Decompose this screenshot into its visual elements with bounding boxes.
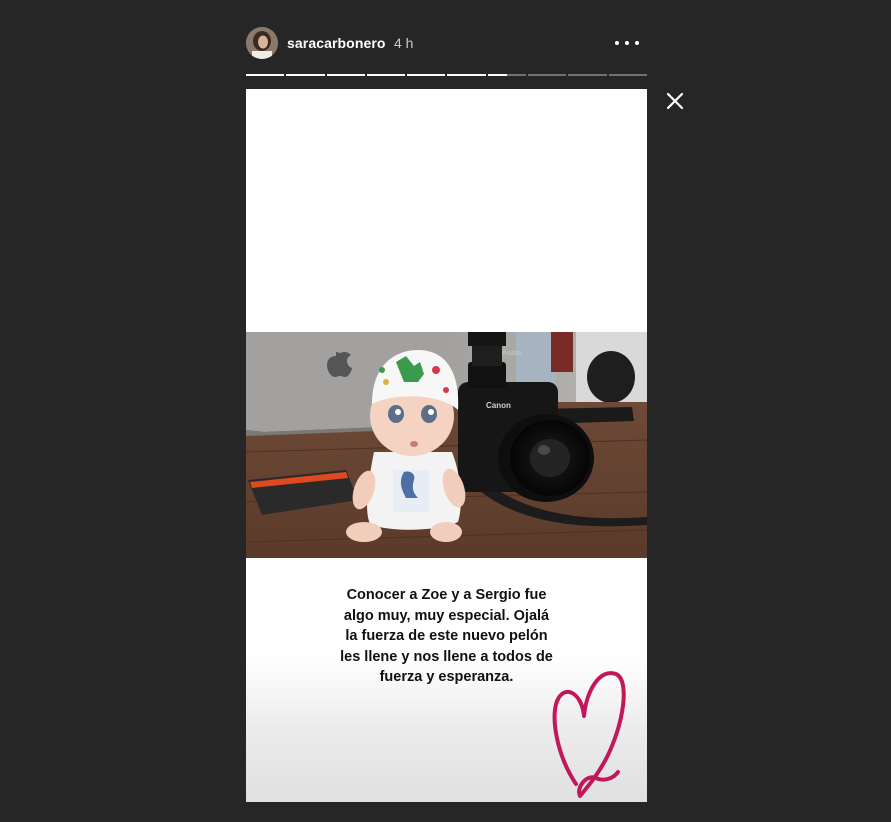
progress-segment [528, 74, 567, 76]
timestamp: 4 h [394, 35, 414, 51]
story-caption: Conocer a Zoe y a Sergio fue algo muy, m… [306, 585, 587, 688]
progress-segment-fill [326, 74, 365, 76]
progress-segment [366, 74, 406, 76]
progress-segment [407, 74, 446, 76]
progress-segment [608, 74, 647, 76]
close-icon[interactable] [664, 90, 686, 112]
progress-segment-fill [407, 74, 446, 76]
username[interactable]: saracarbonero [287, 35, 386, 51]
caption-line: algo muy, muy especial. Ojalá [343, 607, 550, 624]
story-progress-bar [246, 74, 647, 76]
progress-segment [568, 74, 607, 76]
story-photo: Canon Profoto [246, 332, 647, 558]
story-header: saracarbonero 4 h [246, 27, 647, 59]
progress-segment [487, 74, 527, 76]
more-options-icon[interactable] [615, 35, 639, 51]
caption-line: Conocer a Zoe y a Sergio fue [346, 587, 547, 603]
progress-segment-fill [246, 74, 285, 76]
caption-line: fuerza y esperanza. [379, 669, 514, 685]
progress-segment-fill [487, 74, 507, 76]
progress-segment-fill [366, 74, 406, 76]
caption-line: les llene y nos llene a todos de [340, 648, 553, 665]
avatar[interactable] [246, 27, 278, 59]
story-content[interactable]: Canon Profoto Conocer a Zoe y a Sergio f… [246, 89, 647, 802]
heart-sticker [546, 664, 636, 802]
progress-segment-fill [286, 74, 325, 76]
flash-brand-label: Profoto [502, 351, 522, 357]
story-viewer: saracarbonero 4 h Canon Profoto Conocer … [0, 0, 891, 822]
progress-segment [286, 74, 325, 76]
progress-segment [447, 74, 486, 76]
progress-segment-fill [447, 74, 486, 76]
progress-segment [246, 74, 285, 76]
camera-brand-label: Canon [486, 401, 511, 410]
progress-segment [326, 74, 365, 76]
caption-line: la fuerza de este nuevo pelón [345, 628, 548, 644]
